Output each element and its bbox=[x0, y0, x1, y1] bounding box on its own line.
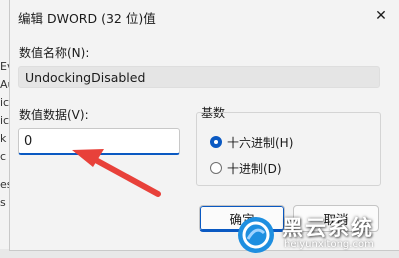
close-icon: ✕ bbox=[375, 8, 387, 24]
radio-hexadecimal-label[interactable]: 十六进制(H) bbox=[227, 134, 293, 151]
close-button[interactable]: ✕ bbox=[362, 0, 399, 32]
radio-hexadecimal[interactable] bbox=[210, 136, 222, 148]
value-data-input[interactable] bbox=[18, 128, 180, 155]
value-data-label: 数值数据(V): bbox=[19, 108, 89, 122]
background-text: ic bbox=[0, 114, 10, 127]
background-text: k bbox=[0, 132, 7, 145]
background-text: s bbox=[0, 196, 6, 209]
watermark-title: 黑云系统 bbox=[282, 216, 374, 240]
background-text: ic bbox=[0, 96, 10, 109]
watermark-url: heiyunxitong.com bbox=[284, 239, 374, 250]
background-text: c bbox=[0, 150, 7, 163]
radio-decimal[interactable] bbox=[210, 162, 222, 174]
cloud-logo-icon bbox=[238, 217, 274, 253]
watermark: 黑云系统 heiyunxitong.com bbox=[232, 210, 399, 258]
value-name-label: 数值名称(N): bbox=[19, 46, 90, 60]
dialog-title: 编辑 DWORD (32 位)值 bbox=[18, 11, 156, 26]
radio-decimal-label[interactable]: 十进制(D) bbox=[227, 160, 282, 177]
value-name-field: UndockingDisabled bbox=[18, 66, 380, 88]
